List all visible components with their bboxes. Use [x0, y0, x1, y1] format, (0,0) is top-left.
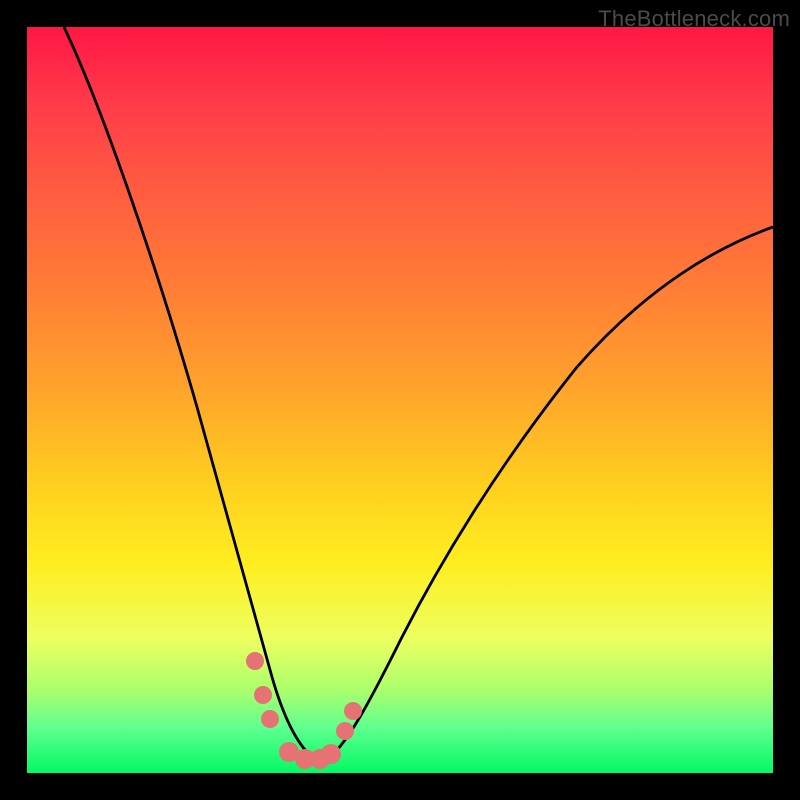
plot-area — [27, 27, 773, 773]
marker-dot — [321, 744, 341, 764]
marker-dot — [261, 710, 279, 728]
curve-right-branch — [327, 227, 773, 759]
marker-dot — [246, 652, 264, 670]
marker-dot — [336, 722, 354, 740]
marker-dot — [254, 686, 272, 704]
curve-layer — [27, 27, 773, 773]
trough-markers — [246, 652, 362, 769]
marker-dot — [344, 702, 362, 720]
chart-container: TheBottleneck.com — [0, 0, 800, 800]
curve-left-branch — [64, 27, 327, 759]
attribution-label: TheBottleneck.com — [598, 6, 790, 32]
